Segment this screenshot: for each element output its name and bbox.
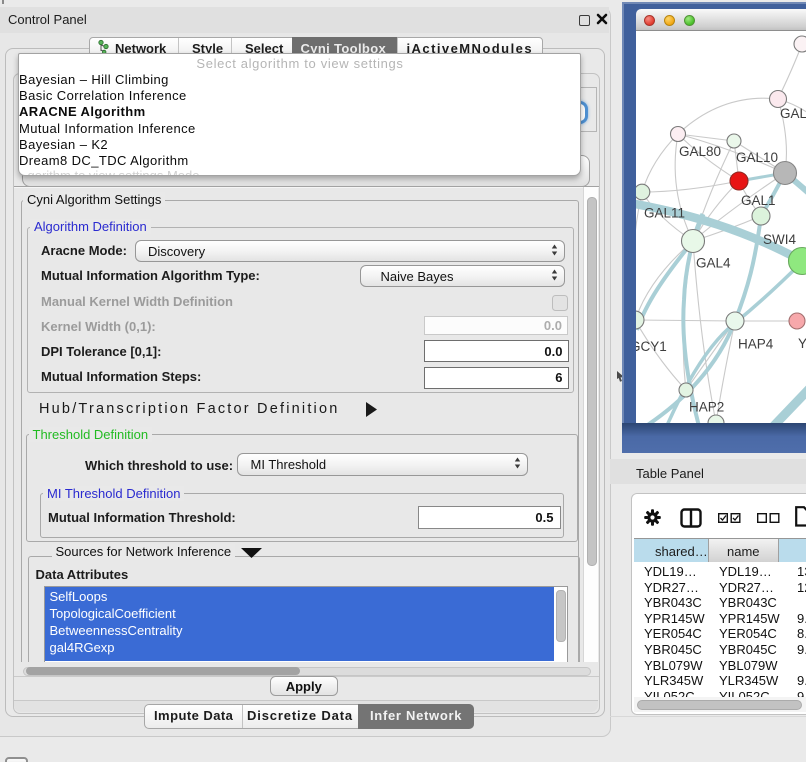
svg-text:GAL4: GAL4	[696, 256, 731, 271]
svg-text:HAP4: HAP4	[738, 337, 774, 352]
svg-text:GAL7: GAL7	[780, 106, 806, 121]
svg-text:GCY1: GCY1	[636, 339, 667, 354]
svg-text:GAL80: GAL80	[679, 144, 721, 159]
svg-text:SWI4: SWI4	[763, 232, 796, 247]
svg-text:GAL1: GAL1	[741, 193, 776, 208]
svg-text:YM: YM	[798, 336, 806, 351]
svg-text:GAL11: GAL11	[644, 206, 685, 221]
svg-text:GAL10: GAL10	[736, 150, 778, 165]
svg-text:HAP2: HAP2	[689, 400, 724, 415]
